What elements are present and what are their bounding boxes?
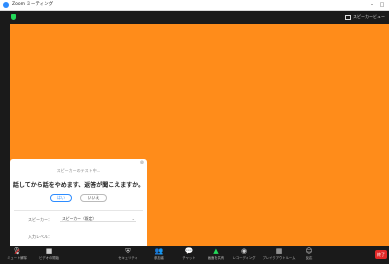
minimize-button[interactable]: – <box>367 0 377 11</box>
reactions-label: 反応 <box>305 256 313 260</box>
close-icon[interactable]: ⊗ <box>140 160 144 166</box>
grid-view-icon <box>345 14 351 20</box>
left-gutter <box>0 24 10 246</box>
maximize-button[interactable]: □ <box>377 0 387 11</box>
end-meeting-button[interactable]: 終了 <box>375 250 387 259</box>
input-level-label: 入力レベル： <box>28 234 52 239</box>
yes-button[interactable]: はい <box>50 194 72 202</box>
encryption-shield-icon[interactable] <box>11 14 16 20</box>
dialog-subtitle: スピーカーのテスト中... <box>56 168 101 173</box>
microphone-icon: 🎙 <box>0 247 34 256</box>
reactions-button[interactable]: ☺ 反応 <box>292 247 326 261</box>
dialog-question: 話してから話をやめます、返答が聞こえますか。 <box>12 182 145 189</box>
window-title-bar: Zoom ミーティング – □ <box>0 0 389 11</box>
security-icon: ⛨ <box>125 247 131 255</box>
view-switch-button[interactable]: スピーカービュー <box>345 14 385 20</box>
no-button[interactable]: いいえ <box>80 194 107 202</box>
unmute-button[interactable]: 🎙 ミュート解除 <box>0 247 34 261</box>
record-label: レコーディング <box>232 256 256 260</box>
speaker-select[interactable]: スピーカー（既定） ⌄ <box>60 216 136 222</box>
meeting-toolbar: 🎙 ミュート解除 ■ ビデオの開始 ⛨ セキュリティ 👥 参加者 💬 チャット … <box>0 246 389 264</box>
record-icon: ◉ <box>240 247 248 255</box>
window-title: Zoom ミーティング <box>12 2 54 7</box>
audio-test-dialog: ⊗ スピーカーのテスト中... 話してから話をやめます、返答が聞こえますか。 は… <box>10 159 147 246</box>
zoom-app-icon <box>3 2 9 8</box>
participants-label: 参加者 <box>154 256 164 260</box>
participants-button[interactable]: 👥 参加者 <box>142 247 176 261</box>
dialog-divider <box>14 210 143 211</box>
chevron-down-icon: ⌄ <box>131 216 135 221</box>
security-label: セキュリティ <box>118 256 138 260</box>
start-video-label: ビデオの開始 <box>39 256 59 260</box>
speaker-label: スピーカー： <box>28 217 52 222</box>
video-icon: ■ <box>45 247 53 255</box>
record-button[interactable]: ◉ レコーディング <box>227 247 261 261</box>
view-label: スピーカービュー <box>353 14 385 19</box>
security-button[interactable]: ⛨ セキュリティ <box>111 247 145 261</box>
unmute-label: ミュート解除 <box>7 256 27 260</box>
speaker-select-value: スピーカー（既定） <box>62 216 97 221</box>
participants-icon: 👥 <box>154 247 164 255</box>
reactions-icon: ☺ <box>305 247 313 255</box>
window-controls: – □ <box>367 0 387 11</box>
meeting-header: スピーカービュー <box>0 11 389 24</box>
start-video-button[interactable]: ■ ビデオの開始 <box>32 247 66 261</box>
